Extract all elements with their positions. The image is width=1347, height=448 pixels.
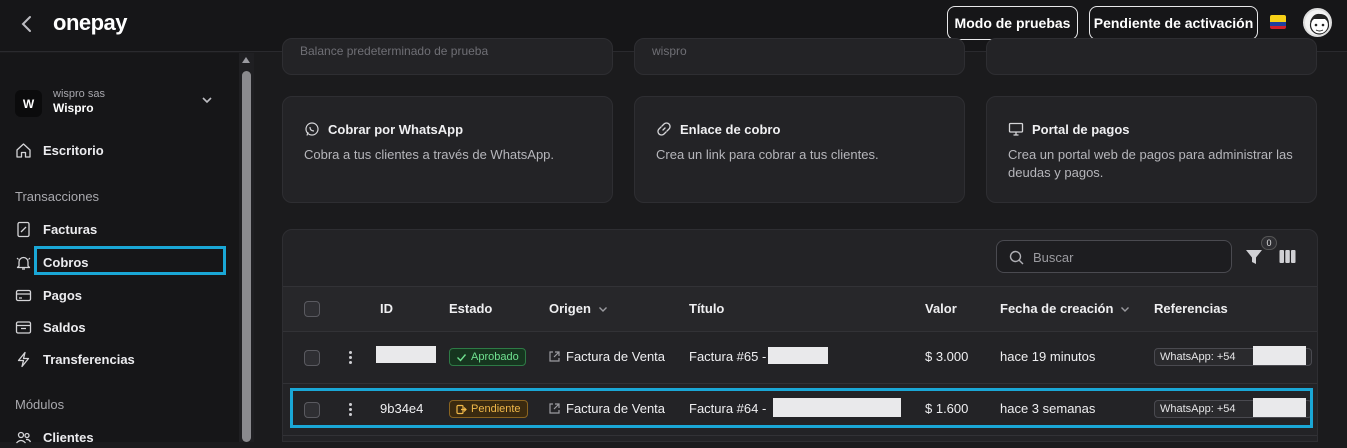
header-origen[interactable]: Origen [549, 301, 608, 316]
wallet-icon [15, 320, 32, 334]
info-card[interactable] [986, 38, 1317, 75]
org-company: wispro sas [53, 88, 105, 100]
section-transacciones: Transacciones [15, 189, 100, 204]
row-menu-icon[interactable] [349, 351, 353, 365]
sidebar-scrollbar[interactable] [239, 53, 254, 442]
whatsapp-card-title-text: Cobrar por WhatsApp [328, 121, 464, 137]
sidebar-item-label: Transferencias [43, 351, 135, 367]
payment-link-card[interactable]: Enlace de cobro Crea un link para cobrar… [634, 96, 965, 203]
row-checkbox[interactable] [304, 350, 320, 366]
sidebar-item-label: Facturas [43, 221, 98, 237]
header-estado[interactable]: Estado [449, 301, 492, 316]
origin-label: Factura de Venta [566, 349, 666, 364]
header-titulo[interactable]: Título [689, 301, 724, 316]
whatsapp-card-description: Cobra a tus clientes a través de WhatsAp… [304, 147, 555, 162]
monitor-icon [1008, 122, 1024, 136]
link-icon [657, 122, 671, 136]
table-row[interactable]: Aprobado Factura de Venta Factura #65 - … [283, 332, 1317, 384]
header-id[interactable]: ID [380, 301, 393, 316]
origin-link[interactable]: Factura de Venta [548, 349, 665, 364]
org-initial-badge: W [15, 90, 42, 117]
sidebar-item-label: Clientes [43, 429, 94, 445]
header-origen-label: Origen [549, 301, 591, 316]
check-icon [457, 353, 467, 362]
search-placeholder: Buscar [1033, 250, 1074, 265]
sidebar-item-clientes[interactable]: Clientes [15, 426, 94, 448]
header-valor[interactable]: Valor [925, 301, 957, 316]
payment-portal-card[interactable]: Portal de pagos Crea un portal web de pa… [986, 96, 1317, 203]
back-arrow-icon[interactable] [18, 13, 36, 35]
sidebar-item-escritorio[interactable]: Escritorio [15, 139, 104, 161]
bell-icon [16, 256, 31, 270]
payment-portal-card-title-text: Portal de pagos [1032, 121, 1130, 137]
account-card[interactable]: wispro [634, 38, 965, 75]
scroll-up-arrow-icon[interactable] [242, 57, 250, 63]
search-icon [1009, 250, 1024, 265]
amount-cell: $ 3.000 [925, 349, 969, 364]
balance-card[interactable]: Balance predeterminado de prueba [282, 38, 613, 75]
user-avatar[interactable] [1303, 8, 1332, 37]
payment-link-card-title: Enlace de cobro [656, 121, 780, 137]
balance-card-text: Balance predeterminado de prueba [300, 44, 489, 58]
sidebar-item-label: Saldos [43, 319, 86, 335]
sidebar-item-label: Escritorio [43, 142, 104, 158]
filter-count-badge: 0 [1261, 236, 1277, 250]
payment-portal-card-description: Crea un portal web de pagos para adminis… [1008, 147, 1293, 180]
org-name: Wispro [53, 101, 94, 115]
sidebar-item-label: Pagos [43, 287, 83, 303]
avatar-face-icon [1309, 13, 1330, 35]
onepay-logo[interactable]: onepay [53, 10, 128, 36]
section-modulos: Módulos [15, 397, 65, 412]
redacted-title [768, 347, 828, 364]
sidebar-item-pagos[interactable]: Pagos [15, 284, 82, 306]
table-header: ID Estado Origen Título Valor Fecha de c… [283, 286, 1317, 332]
columns-icon[interactable] [1279, 249, 1296, 264]
chevron-down-icon [1121, 306, 1130, 312]
sidebar-item-saldos[interactable]: Saldos [15, 316, 86, 338]
whatsapp-card-title: Cobrar por WhatsApp [304, 121, 463, 137]
users-icon [16, 431, 32, 443]
cobros-highlight-frame [34, 246, 226, 275]
select-all-checkbox[interactable] [304, 301, 320, 317]
chevron-down-icon [598, 306, 607, 312]
reference-label: WhatsApp: +54 [1160, 351, 1236, 363]
payment-link-card-description: Crea un link para cobrar a tus clientes. [656, 147, 879, 162]
chevron-down-icon [202, 97, 212, 104]
organization-switcher[interactable]: W wispro sas Wispro [15, 88, 225, 120]
redacted-id [376, 346, 436, 363]
sidebar-item-facturas[interactable]: Facturas [15, 218, 97, 240]
sidebar-item-transferencias[interactable]: Transferencias [15, 348, 135, 370]
filter-icon[interactable] [1245, 248, 1263, 266]
activation-status-button[interactable]: Pendiente de activación [1089, 6, 1258, 40]
test-mode-button[interactable]: Modo de pruebas [947, 6, 1078, 40]
whatsapp-icon [305, 122, 319, 136]
invoice-icon [17, 221, 30, 237]
colombia-flag-icon[interactable] [1270, 15, 1286, 29]
scrollbar-thumb[interactable] [242, 71, 251, 442]
card-icon [15, 289, 32, 301]
whatsapp-card[interactable]: Cobrar por WhatsApp Cobra a tus clientes… [282, 96, 613, 203]
status-badge-approved: Aprobado [449, 348, 526, 366]
date-cell: hace 19 minutos [1000, 349, 1096, 364]
header-referencias[interactable]: Referencias [1154, 301, 1228, 316]
title-cell: Factura #65 - [689, 349, 767, 364]
header-fecha[interactable]: Fecha de creación [1000, 301, 1130, 316]
status-label: Aprobado [471, 351, 519, 363]
row-highlight-frame [290, 388, 1313, 428]
bolt-icon [17, 351, 30, 367]
header-fecha-label: Fecha de creación [1000, 301, 1114, 316]
search-input[interactable]: Buscar [996, 240, 1232, 273]
account-card-text: wispro [652, 44, 687, 58]
payment-link-card-title-text: Enlace de cobro [680, 121, 781, 137]
home-icon [16, 142, 31, 158]
payment-portal-card-title: Portal de pagos [1008, 121, 1130, 137]
external-link-icon [549, 351, 560, 362]
redacted-reference [1253, 346, 1306, 365]
